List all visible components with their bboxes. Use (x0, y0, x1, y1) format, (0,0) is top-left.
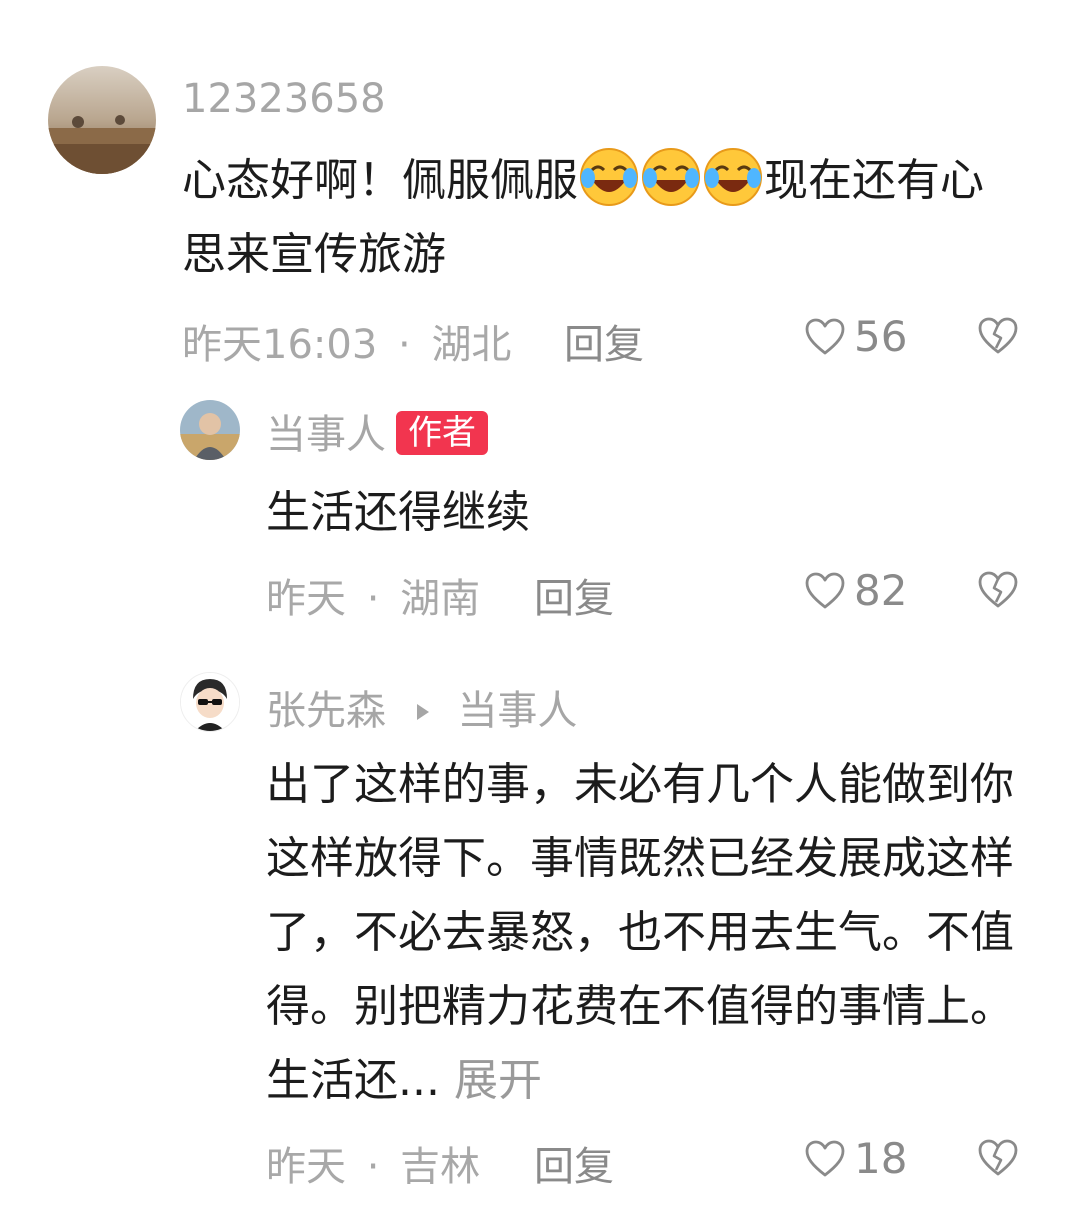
laughing-tears-emoji-icon (578, 146, 640, 208)
broken-heart-icon (976, 571, 1020, 614)
dislike-button[interactable] (976, 316, 1020, 360)
dislike-button[interactable] (976, 570, 1020, 614)
reply-text-content: 出了这样的事，未必有几个人能做到你这样放得下。事情既然已经发展成这样了，不必去暴… (266, 759, 1014, 1106)
separator: · (398, 322, 411, 368)
comment-item: 12323658 心态好啊！佩服佩服 现在还有心思来宣传旅游 昨天16:03 · … (0, 0, 1076, 380)
heart-outline-icon (804, 1139, 846, 1179)
reply-button[interactable]: 回复 (534, 566, 614, 624)
avatar[interactable] (180, 400, 240, 460)
timestamp: 昨天16:03 (182, 322, 378, 368)
location: 吉林 (400, 1144, 481, 1190)
username: 张先森 当事人 (266, 678, 577, 736)
comment-text: 心态好啊！佩服佩服 现在还有心思来宣传旅游 (182, 144, 1022, 292)
location: 湖北 (431, 322, 512, 368)
expand-link[interactable]: 展开 (454, 1055, 542, 1106)
like-button[interactable]: 82 (804, 566, 907, 615)
username-text[interactable]: 张先森 (266, 688, 386, 734)
laughing-tears-emoji-icon (702, 146, 764, 208)
reply-item: 张先森 当事人 出了这样的事，未必有几个人能做到你这样放得下。事情既然已经发展成… (0, 660, 1076, 1216)
reply-to-username[interactable]: 当事人 (457, 688, 577, 734)
comment-meta: 昨天 · 湖南 (266, 566, 480, 624)
heart-outline-icon (804, 571, 846, 611)
author-badge: 作者 (396, 411, 488, 455)
broken-heart-icon (976, 317, 1020, 360)
username[interactable]: 12323658 (182, 76, 386, 122)
triangle-right-icon (415, 686, 431, 732)
comment-meta: 昨天 · 吉林 (266, 1134, 480, 1192)
broken-heart-icon (976, 1139, 1020, 1182)
comment-text-part1: 心态好啊！佩服佩服 (182, 155, 578, 206)
laughing-tears-emoji-icon (640, 146, 702, 208)
reply-button[interactable]: 回复 (534, 1134, 614, 1192)
reply-button[interactable]: 回复 (564, 312, 644, 370)
like-count: 18 (854, 1134, 908, 1183)
timestamp: 昨天 (266, 576, 346, 622)
separator: · (366, 576, 380, 622)
comment-meta: 昨天16:03 · 湖北 (182, 312, 511, 370)
like-button[interactable]: 18 (804, 1134, 907, 1183)
reply-text: 出了这样的事，未必有几个人能做到你这样放得下。事情既然已经发展成这样了，不必去暴… (266, 748, 1036, 1118)
like-count: 56 (854, 312, 908, 361)
avatar[interactable] (180, 672, 240, 732)
heart-outline-icon (804, 317, 846, 357)
dislike-button[interactable] (976, 1138, 1020, 1182)
like-button[interactable]: 56 (804, 312, 907, 361)
like-count: 82 (854, 566, 908, 615)
timestamp: 昨天 (266, 1144, 346, 1190)
reply-item: 当事人 作者 生活还得继续 昨天 · 湖南 回复 82 (0, 380, 1076, 640)
username: 当事人 作者 (266, 402, 488, 460)
location: 湖南 (400, 576, 481, 622)
separator: · (366, 1144, 380, 1190)
avatar[interactable] (48, 66, 156, 174)
username-text[interactable]: 当事人 (266, 412, 386, 458)
reply-text: 生活还得继续 (266, 487, 530, 538)
